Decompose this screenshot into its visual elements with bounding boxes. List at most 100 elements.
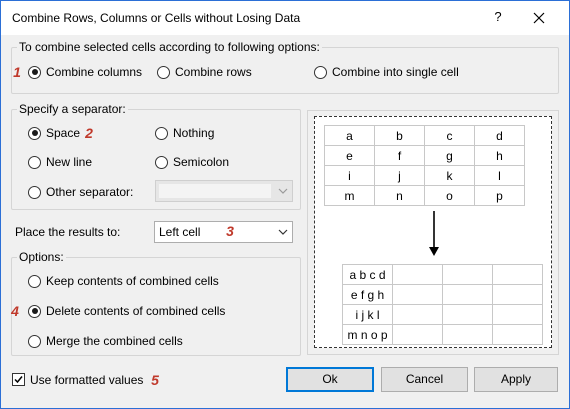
radio-indicator bbox=[28, 185, 41, 199]
table-row: i j k l bbox=[342, 304, 543, 325]
formatted-values-label[interactable]: Use formatted values bbox=[30, 373, 143, 387]
table-cell: h bbox=[474, 145, 525, 166]
table-cell bbox=[392, 284, 443, 305]
table-cell: f bbox=[374, 145, 425, 166]
step-badge-3: 3 bbox=[226, 223, 234, 239]
table-cell: i j k l bbox=[342, 304, 393, 325]
table-cell bbox=[442, 284, 493, 305]
radio-indicator bbox=[28, 274, 41, 288]
formatted-values-checkbox[interactable] bbox=[12, 373, 25, 386]
results-value: Left cell bbox=[159, 225, 201, 239]
table-cell bbox=[492, 284, 543, 305]
table-cell: j bbox=[374, 165, 425, 186]
radio-label: Delete contents of combined cells bbox=[46, 304, 226, 318]
radio-label: Combine columns bbox=[46, 65, 143, 79]
arrow-down-icon bbox=[429, 211, 439, 256]
options-group-label: Options: bbox=[17, 250, 66, 264]
table-cell: a bbox=[324, 125, 375, 146]
radio-label: Space bbox=[46, 126, 81, 140]
table-row: a b c d bbox=[342, 264, 543, 285]
other-separator-combo[interactable] bbox=[155, 180, 293, 202]
radio-label: Keep contents of combined cells bbox=[46, 274, 219, 288]
table-cell: l bbox=[474, 165, 525, 186]
table-cell: i bbox=[324, 165, 375, 186]
table-cell: e f g h bbox=[342, 284, 393, 305]
step-badge-4: 4 bbox=[11, 303, 19, 319]
help-button[interactable]: ? bbox=[488, 9, 508, 27]
table-cell bbox=[492, 324, 543, 345]
radio-separator-other[interactable]: Other separator: bbox=[28, 185, 133, 199]
chevron-down-icon bbox=[278, 229, 288, 235]
other-separator-input[interactable] bbox=[159, 184, 271, 198]
table-cell bbox=[492, 304, 543, 325]
table-row: ijkl bbox=[324, 165, 525, 186]
table-cell bbox=[392, 304, 443, 325]
table-cell: p bbox=[474, 185, 525, 206]
table-cell: e bbox=[324, 145, 375, 166]
table-cell: o bbox=[424, 185, 475, 206]
separator-group-label: Specify a separator: bbox=[17, 102, 128, 116]
radio-combine-rows[interactable]: Combine rows bbox=[157, 65, 252, 79]
table-cell bbox=[392, 324, 443, 345]
combine-group-label: To combine selected cells according to f… bbox=[17, 40, 322, 54]
radio-indicator bbox=[28, 155, 41, 169]
dialog-window: Combine Rows, Columns or Cells without L… bbox=[0, 0, 570, 409]
close-button[interactable] bbox=[529, 8, 549, 28]
radio-indicator bbox=[155, 126, 168, 140]
title-bar[interactable]: Combine Rows, Columns or Cells without L… bbox=[1, 1, 569, 35]
ok-button[interactable]: Ok bbox=[286, 367, 374, 392]
table-cell: m bbox=[324, 185, 375, 206]
table-cell: c bbox=[424, 125, 475, 146]
radio-label: Other separator: bbox=[46, 185, 134, 199]
radio-separator-semicolon[interactable]: Semicolon bbox=[155, 155, 229, 169]
radio-label: Semicolon bbox=[173, 155, 230, 169]
step-badge-1: 1 bbox=[13, 64, 21, 80]
radio-indicator bbox=[28, 334, 41, 348]
step-badge-2: 2 bbox=[85, 125, 93, 141]
table-row: efgh bbox=[324, 145, 525, 166]
table-cell bbox=[492, 264, 543, 285]
radio-separator-nothing[interactable]: Nothing bbox=[155, 126, 214, 140]
preview-panel: abcdefghijklmnop a b c de f g hi j k lm … bbox=[314, 116, 552, 348]
radio-indicator bbox=[155, 155, 168, 169]
radio-separator-space[interactable]: Space bbox=[28, 126, 80, 140]
table-cell bbox=[392, 264, 443, 285]
table-row: m n o p bbox=[342, 324, 543, 345]
radio-indicator bbox=[28, 126, 41, 140]
radio-combine-columns[interactable]: Combine columns bbox=[28, 65, 142, 79]
table-row: abcd bbox=[324, 125, 525, 146]
radio-indicator bbox=[28, 65, 41, 79]
table-cell: n bbox=[374, 185, 425, 206]
table-cell bbox=[442, 304, 493, 325]
table-row: mnop bbox=[324, 185, 525, 206]
radio-separator-new-line[interactable]: New line bbox=[28, 155, 92, 169]
table-cell: b bbox=[374, 125, 425, 146]
table-cell: d bbox=[474, 125, 525, 146]
close-icon bbox=[533, 12, 545, 24]
cancel-button[interactable]: Cancel bbox=[381, 367, 468, 392]
table-cell bbox=[442, 324, 493, 345]
radio-merge-cells[interactable]: Merge the combined cells bbox=[28, 334, 183, 348]
results-label: Place the results to: bbox=[15, 225, 121, 239]
radio-label: New line bbox=[46, 155, 93, 169]
table-cell: g bbox=[424, 145, 475, 166]
radio-indicator bbox=[28, 304, 41, 318]
table-row: e f g h bbox=[342, 284, 543, 305]
table-cell: a b c d bbox=[342, 264, 393, 285]
preview-before-table: abcdefghijklmnop bbox=[324, 125, 525, 206]
radio-keep-contents[interactable]: Keep contents of combined cells bbox=[28, 274, 219, 288]
apply-button[interactable]: Apply bbox=[474, 367, 558, 392]
table-cell: k bbox=[424, 165, 475, 186]
radio-label: Nothing bbox=[173, 126, 215, 140]
radio-delete-contents[interactable]: Delete contents of combined cells bbox=[28, 304, 225, 318]
preview-after-table: a b c de f g hi j k lm n o p bbox=[342, 264, 543, 345]
radio-label: Combine into single cell bbox=[332, 65, 459, 79]
chevron-down-icon bbox=[278, 188, 288, 194]
radio-indicator bbox=[314, 65, 327, 79]
radio-combine-single-cell[interactable]: Combine into single cell bbox=[314, 65, 459, 79]
table-cell: m n o p bbox=[342, 324, 393, 345]
checkmark-icon bbox=[14, 376, 23, 384]
table-cell bbox=[442, 264, 493, 285]
step-badge-5: 5 bbox=[151, 372, 159, 388]
dialog-title: Combine Rows, Columns or Cells without L… bbox=[12, 11, 301, 25]
